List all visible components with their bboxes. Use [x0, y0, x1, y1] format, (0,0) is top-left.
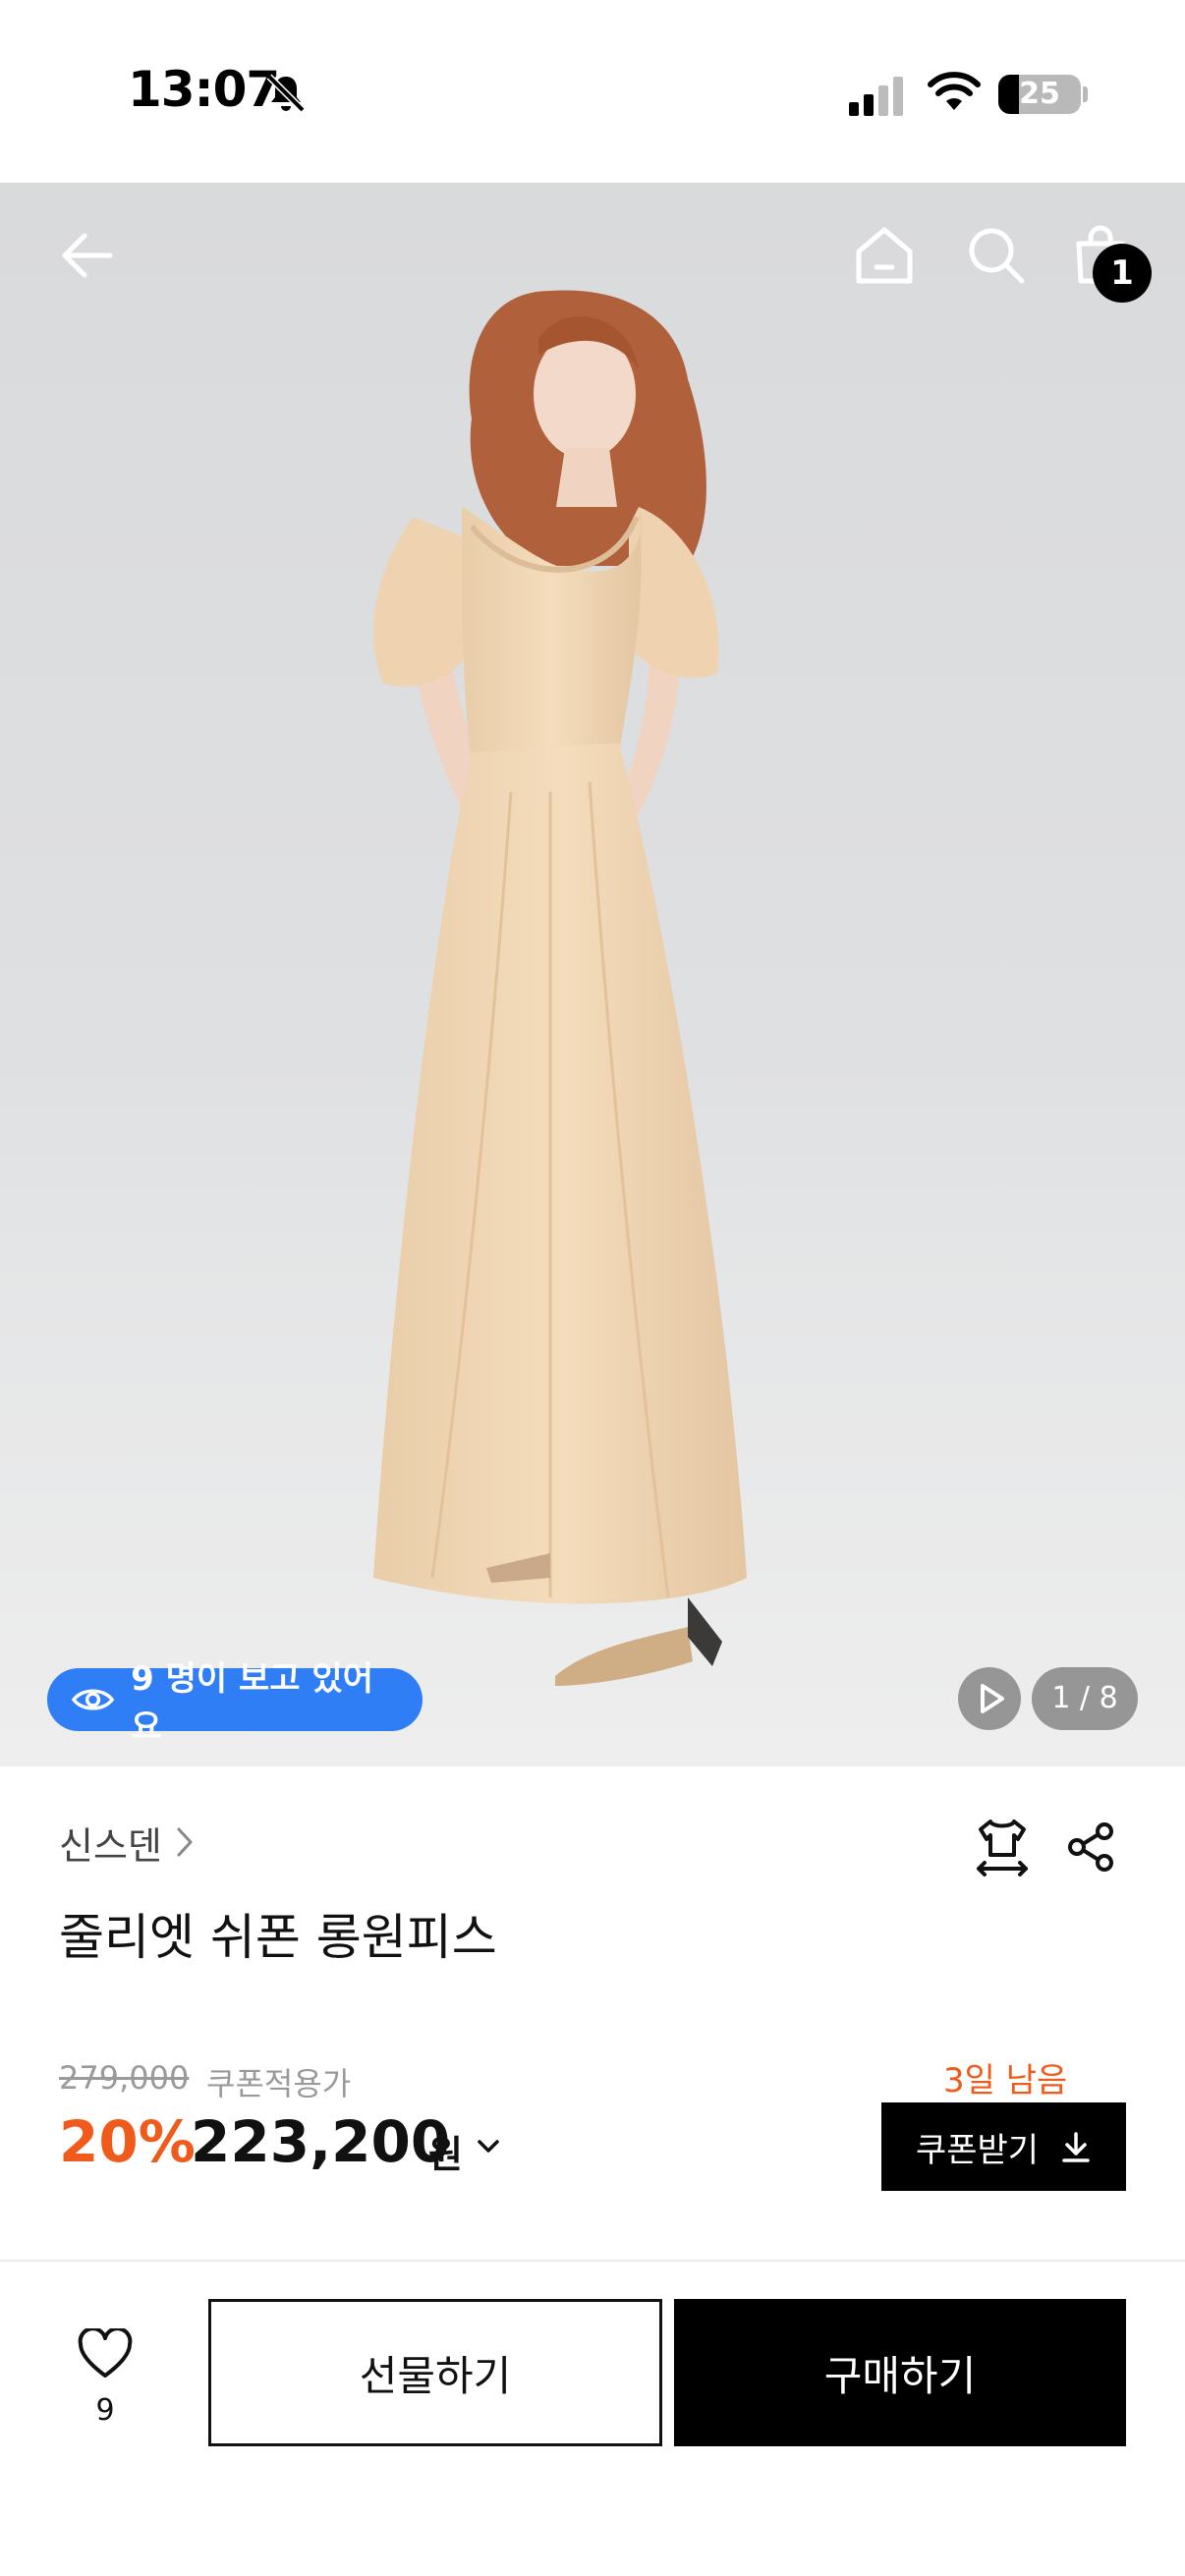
battery-tip	[1083, 86, 1088, 102]
section-divider	[0, 2260, 1185, 2262]
back-arrow-icon[interactable]	[51, 220, 122, 291]
image-pager: 1 / 8	[1032, 1667, 1138, 1730]
viewers-badge: 9 명이 보고 있어요	[47, 1659, 423, 1747]
heart-icon[interactable]	[77, 2328, 134, 2380]
like-count: 9	[95, 2393, 115, 2428]
brand-link[interactable]: 신스덴	[59, 1816, 162, 1870]
bell-slash-icon	[266, 74, 306, 113]
wifi-icon	[928, 72, 981, 110]
gift-button[interactable]: 선물하기	[208, 2299, 662, 2446]
battery-level: 25	[1019, 77, 1060, 111]
product-title: 줄리엣 쉬폰 롱원피스	[59, 1909, 497, 1966]
original-price: 279,000	[59, 2059, 190, 2097]
sale-price: 223,200	[191, 2108, 451, 2175]
eye-icon	[71, 1689, 115, 1710]
share-icon[interactable]	[1063, 1820, 1118, 1875]
discount-rate: 20%	[59, 2108, 196, 2175]
size-guide-icon[interactable]	[973, 1816, 1032, 1878]
coupon-days-left: 3일 남음	[943, 2061, 1068, 2100]
coupon-button-label: 쿠폰받기	[915, 2130, 1040, 2170]
buy-button[interactable]: 구매하기	[674, 2299, 1126, 2446]
chevron-down-icon[interactable]	[476, 2134, 501, 2159]
currency-label: 원	[428, 2133, 463, 2176]
viewers-text: 9 명이 보고 있어요	[131, 1659, 373, 1747]
status-time: 13:07	[128, 61, 280, 118]
battery-icon: 25	[998, 75, 1081, 114]
video-play-button[interactable]	[958, 1667, 1021, 1730]
product-image[interactable]	[0, 183, 1185, 1766]
play-icon	[981, 1684, 1004, 1713]
chevron-right-icon	[177, 1827, 193, 1857]
download-icon	[1062, 2132, 1090, 2162]
cart-count-badge[interactable]: 1	[1093, 244, 1152, 303]
model-photo	[0, 290, 1185, 1766]
home-icon[interactable]	[849, 220, 920, 291]
coupon-applied-label: 쿠폰적용가	[206, 2065, 352, 2102]
search-icon[interactable]	[961, 220, 1032, 291]
signal-icon	[849, 77, 903, 116]
coupon-download-button[interactable]: 쿠폰받기	[881, 2102, 1126, 2191]
